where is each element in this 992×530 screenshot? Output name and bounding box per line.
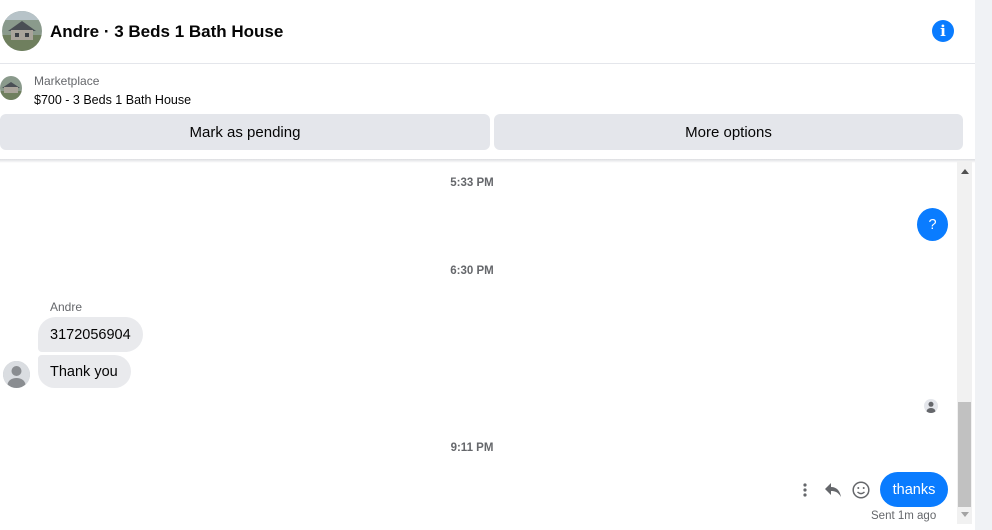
scrollbar-thumb[interactable] bbox=[958, 402, 971, 507]
house-photo-avatar[interactable] bbox=[2, 11, 42, 51]
conversation-title: Andre · 3 Beds 1 Bath House bbox=[50, 22, 284, 41]
sender-avatar[interactable] bbox=[3, 361, 30, 388]
scroll-up-arrow-icon[interactable] bbox=[957, 166, 972, 176]
info-icon[interactable]: i bbox=[932, 20, 954, 42]
sender-name: Andre bbox=[50, 300, 83, 314]
chat-panel: Andre · 3 Beds 1 Bath House i Marketplac… bbox=[0, 0, 975, 530]
sent-status: Sent 1m ago bbox=[871, 510, 937, 522]
more-actions-icon[interactable] bbox=[795, 480, 815, 500]
incoming-message-bubble[interactable]: 3172056904 bbox=[38, 317, 143, 352]
timestamp-separator: 9:11 PM bbox=[450, 442, 494, 454]
incoming-message-bubble[interactable]: Thank you bbox=[38, 355, 131, 388]
marketplace-listing[interactable]: Marketplace $700 - 3 Beds 1 Bath House bbox=[0, 64, 975, 114]
header-divider bbox=[0, 159, 975, 163]
reply-icon[interactable] bbox=[823, 480, 843, 500]
marketplace-label: Marketplace bbox=[34, 74, 100, 88]
timestamp-separator: 6:30 PM bbox=[450, 265, 494, 277]
react-emoji-icon[interactable] bbox=[851, 480, 871, 500]
seen-indicator-avatar bbox=[924, 399, 938, 413]
listing-title: $700 - 3 Beds 1 Bath House bbox=[34, 93, 192, 107]
more-options-button[interactable]: More options bbox=[494, 114, 963, 150]
outgoing-message-bubble[interactable]: thanks bbox=[880, 472, 948, 507]
timestamp-separator: 5:33 PM bbox=[450, 177, 494, 189]
chat-header: Andre · 3 Beds 1 Bath House i bbox=[0, 0, 975, 64]
scroll-down-arrow-icon[interactable] bbox=[957, 509, 972, 519]
listing-thumbnail bbox=[0, 76, 22, 100]
mark-as-pending-button[interactable]: Mark as pending bbox=[0, 114, 490, 150]
scrollbar[interactable] bbox=[957, 161, 972, 524]
outgoing-message-bubble[interactable]: ? bbox=[917, 208, 948, 241]
